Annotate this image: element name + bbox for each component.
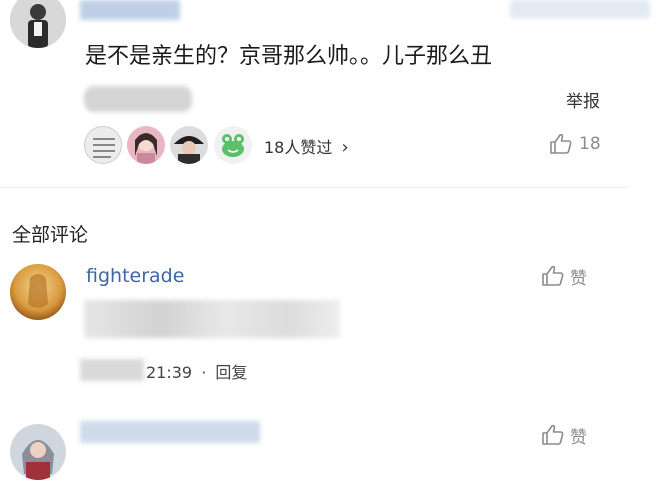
thumbs-up-icon — [549, 131, 573, 157]
commenter-avatar[interactable] — [10, 264, 66, 320]
liker-avatar-image — [85, 127, 121, 163]
comment-time: 21:39 — [146, 363, 193, 382]
liker-avatar-image — [127, 126, 165, 164]
comment-like-label-2: 赞 — [570, 427, 587, 448]
top-comment-time-blurred — [84, 86, 192, 112]
liker-avatar-2[interactable] — [127, 126, 165, 164]
section-title: 全部评论 — [12, 224, 89, 246]
commenter-avatar-image — [10, 264, 66, 320]
liker-avatar-image — [170, 126, 208, 164]
top-like-count: 18 — [579, 134, 601, 154]
comment-meta: 21:39 · 回复 — [146, 359, 247, 383]
liker-avatar-1[interactable] — [84, 126, 122, 164]
top-commenter-name-blurred — [80, 0, 180, 20]
comment-like-button[interactable]: 赞 — [541, 262, 587, 290]
reply-button[interactable]: 回复 — [215, 363, 247, 382]
commenter-name-blurred-2 — [80, 421, 260, 443]
comment-like-button-2[interactable]: 赞 — [541, 421, 587, 449]
comment-text-blurred — [84, 300, 340, 338]
chevron-right-icon: › — [341, 137, 349, 158]
liker-avatar-3[interactable] — [170, 126, 208, 164]
thumbs-up-icon — [541, 422, 565, 448]
frog-icon — [214, 126, 252, 164]
comment-like-label: 赞 — [570, 268, 587, 289]
top-right-blurred — [510, 0, 650, 18]
divider — [0, 187, 628, 188]
comment-username[interactable]: fighterade — [86, 265, 184, 287]
commenter-avatar-2[interactable] — [10, 424, 66, 480]
top-comment-text: 是不是亲生的？京哥那么帅。。儿子那么丑 — [85, 44, 493, 69]
comment-date-blurred — [80, 359, 144, 381]
top-like-button[interactable]: 18 — [549, 130, 601, 158]
top-commenter-avatar[interactable] — [10, 0, 66, 48]
commenter-avatar-image — [10, 424, 66, 480]
thumbs-up-icon — [541, 263, 565, 289]
likers-link[interactable]: 18人赞过 › — [264, 134, 349, 158]
liker-avatar-4[interactable] — [214, 126, 252, 164]
report-button[interactable]: 举报 — [566, 87, 600, 112]
meta-separator: · — [201, 363, 207, 382]
person-photo — [10, 0, 66, 48]
likers-count-label: 18人赞过 — [264, 138, 333, 157]
